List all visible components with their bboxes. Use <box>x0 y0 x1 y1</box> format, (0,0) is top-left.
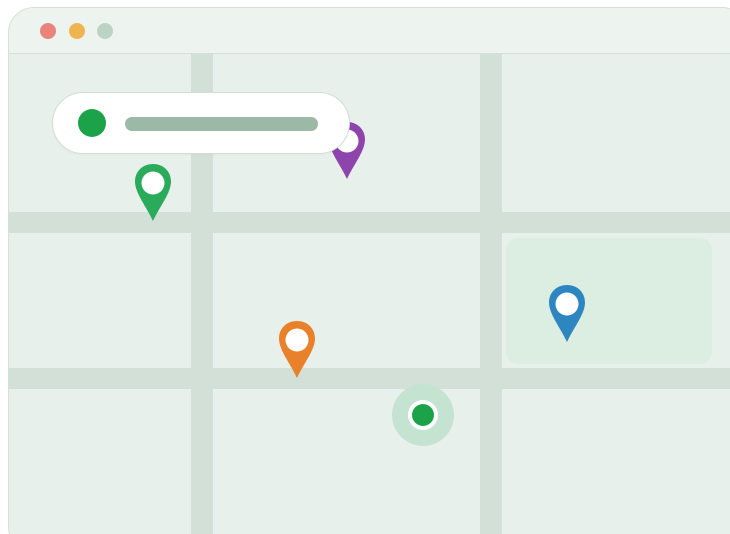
road-horizontal-upper <box>9 212 730 233</box>
map-pin-icon <box>549 285 585 342</box>
road-vertical-right <box>480 54 502 534</box>
orange-pin-marker[interactable] <box>278 320 316 380</box>
blue-pin-marker[interactable] <box>548 284 586 344</box>
zoom-button[interactable] <box>97 23 113 39</box>
green-pin-marker[interactable] <box>134 163 172 223</box>
current-location-marker[interactable] <box>391 383 455 447</box>
close-button[interactable] <box>40 23 56 39</box>
search-bar[interactable] <box>52 92 350 154</box>
search-input[interactable] <box>125 117 318 131</box>
title-bar <box>9 8 730 54</box>
road-horizontal-lower <box>9 368 730 389</box>
minimize-button[interactable] <box>69 23 85 39</box>
current-location-icon <box>392 384 454 446</box>
park-area <box>506 238 712 364</box>
map-pin-icon <box>279 321 315 378</box>
map-pin-icon <box>135 164 171 221</box>
search-indicator-icon <box>78 109 106 137</box>
app-window <box>8 7 730 534</box>
